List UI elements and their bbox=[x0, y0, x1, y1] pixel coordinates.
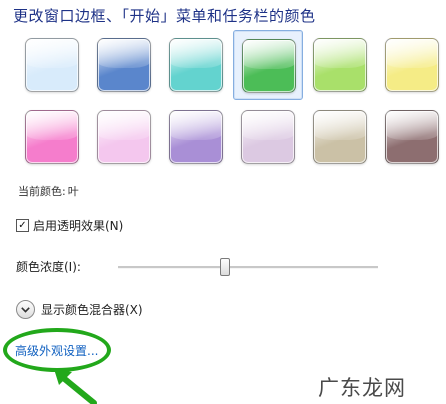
swatch-cell[interactable] bbox=[17, 102, 85, 170]
transparency-checkbox[interactable]: ✓ bbox=[16, 219, 29, 232]
current-color-label: 当前颜色: bbox=[18, 185, 66, 198]
swatch-cell[interactable] bbox=[377, 30, 445, 98]
expand-chevron-icon[interactable] bbox=[16, 300, 35, 319]
current-color-value: 叶 bbox=[67, 185, 79, 198]
color-swatch[interactable] bbox=[385, 110, 439, 164]
color-swatch[interactable] bbox=[385, 38, 439, 92]
color-swatch[interactable] bbox=[169, 110, 223, 164]
intensity-slider[interactable] bbox=[118, 258, 378, 276]
color-swatch[interactable] bbox=[313, 38, 367, 92]
color-swatch[interactable] bbox=[241, 110, 295, 164]
page-title: 更改窗口边框、「开始」菜单和任务栏的颜色 bbox=[13, 7, 316, 25]
swatch-cell[interactable] bbox=[17, 30, 85, 98]
watermark-text: 广东龙网 bbox=[318, 376, 406, 400]
color-swatch[interactable] bbox=[169, 38, 223, 92]
swatch-cell[interactable] bbox=[89, 102, 157, 170]
color-swatch[interactable] bbox=[242, 39, 296, 93]
swatch-cell[interactable] bbox=[233, 102, 301, 170]
color-swatch-grid bbox=[25, 30, 439, 178]
highlight-ellipse bbox=[3, 328, 111, 372]
swatch-cell[interactable] bbox=[305, 102, 373, 170]
color-swatch[interactable] bbox=[25, 110, 79, 164]
green-arrow-icon bbox=[54, 369, 97, 404]
swatch-cell[interactable] bbox=[233, 30, 303, 100]
transparency-label: 启用透明效果(N) bbox=[33, 219, 124, 233]
color-swatch[interactable] bbox=[97, 110, 151, 164]
swatch-cell[interactable] bbox=[161, 30, 229, 98]
color-mixer-toggle[interactable]: 显示颜色混合器(X) bbox=[16, 300, 143, 319]
swatch-cell[interactable] bbox=[377, 102, 445, 170]
swatch-cell[interactable] bbox=[89, 30, 157, 98]
slider-track bbox=[118, 266, 378, 269]
transparency-option[interactable]: ✓ 启用透明效果(N) bbox=[16, 217, 123, 234]
current-color: 当前颜色: 叶 bbox=[18, 183, 81, 199]
color-swatch[interactable] bbox=[25, 38, 79, 92]
slider-thumb[interactable] bbox=[219, 258, 230, 276]
color-mixer-label: 显示颜色混合器(X) bbox=[41, 303, 143, 317]
intensity-label: 颜色浓度(I): bbox=[16, 260, 81, 274]
color-swatch[interactable] bbox=[313, 110, 367, 164]
swatch-cell[interactable] bbox=[161, 102, 229, 170]
color-swatch[interactable] bbox=[97, 38, 151, 92]
swatch-cell[interactable] bbox=[305, 30, 373, 98]
